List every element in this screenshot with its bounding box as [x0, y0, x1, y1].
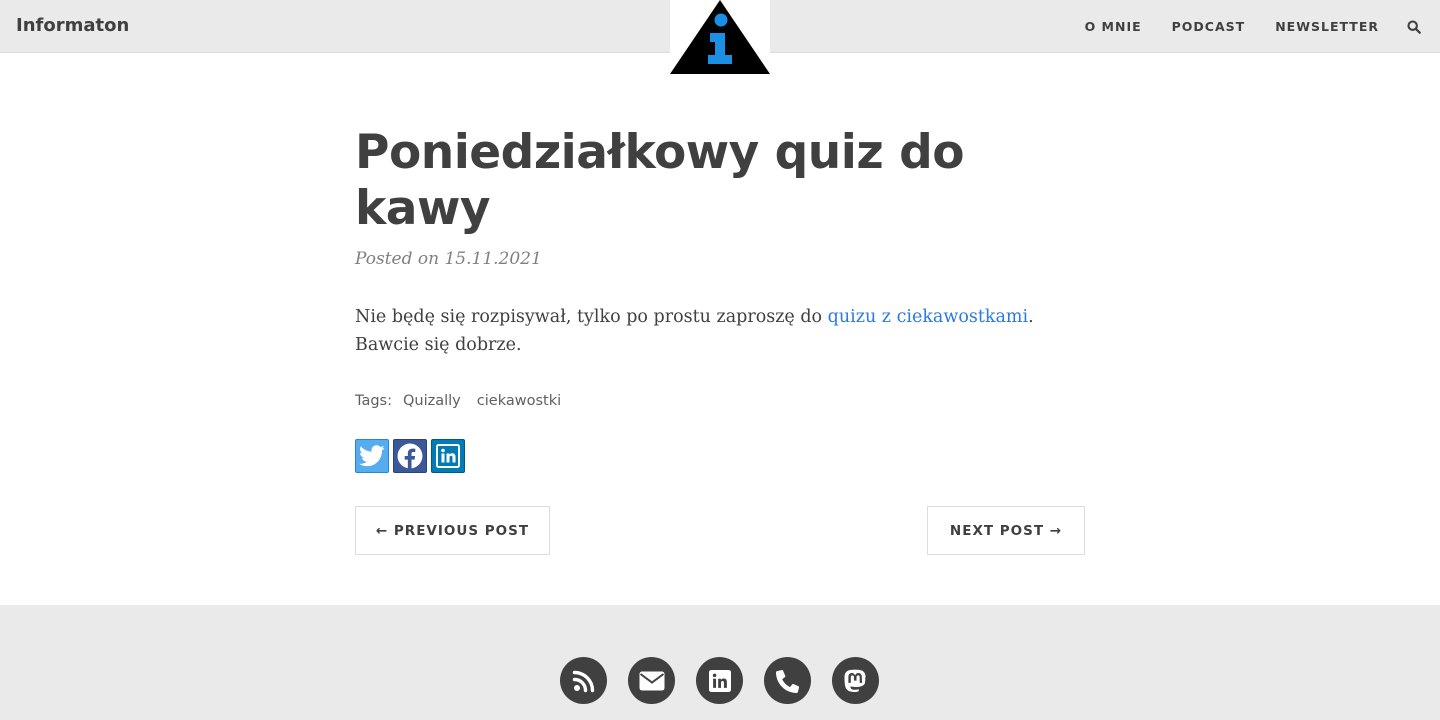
phone-icon	[775, 669, 799, 693]
share-facebook-button[interactable]	[393, 439, 427, 473]
footer	[0, 605, 1440, 720]
post-tags: Tags: Quizally ciekawostki	[355, 393, 1085, 409]
footer-rss-link[interactable]	[560, 657, 607, 704]
search-icon[interactable]	[1407, 19, 1423, 35]
brand-link[interactable]: Informaton	[16, 15, 129, 36]
tag-ciekawostki[interactable]: ciekawostki	[477, 393, 561, 409]
twitter-icon	[359, 445, 385, 467]
footer-email-link[interactable]	[628, 657, 675, 704]
next-post-button[interactable]: NEXT POST →	[927, 506, 1085, 555]
rss-icon	[572, 670, 594, 692]
site-logo[interactable]	[670, 0, 770, 74]
tag-quizally[interactable]: Quizally	[403, 393, 461, 409]
footer-social-links	[560, 657, 879, 704]
nav-link-podcast[interactable]: PODCAST	[1172, 19, 1246, 34]
share-buttons	[355, 439, 1085, 473]
share-twitter-button[interactable]	[355, 439, 389, 473]
post-date: Posted on 15.11.2021	[355, 249, 542, 269]
post: Poniedziałkowy quiz do kawy Posted on 15…	[355, 125, 1085, 473]
post-body: Nie będę się rozpisywał, tylko po prostu…	[355, 303, 1085, 359]
email-icon	[639, 671, 664, 690]
post-title: Poniedziałkowy quiz do kawy	[355, 125, 965, 236]
quiz-link[interactable]: quizu z ciekawostkami	[828, 307, 1028, 327]
footer-phone-link[interactable]	[764, 657, 811, 704]
mastodon-icon	[844, 669, 866, 692]
previous-post-button[interactable]: ← PREVIOUS POST	[355, 506, 550, 555]
linkedin-icon	[708, 669, 731, 692]
post-pager: ← PREVIOUS POST NEXT POST →	[355, 506, 1085, 555]
post-body-text: Nie będę się rozpisywał, tylko po prostu…	[355, 307, 828, 327]
facebook-icon	[397, 443, 423, 469]
tags-label: Tags:	[355, 393, 392, 409]
info-triangle-logo-icon	[670, 0, 770, 74]
footer-linkedin-link[interactable]	[696, 657, 743, 704]
footer-mastodon-link[interactable]	[832, 657, 879, 704]
nav-link-newsletter[interactable]: NEWSLETTER	[1275, 19, 1379, 34]
share-linkedin-button[interactable]	[431, 439, 465, 473]
nav-link-o-mnie[interactable]: O MNIE	[1085, 19, 1142, 34]
linkedin-icon	[436, 444, 460, 468]
nav-menu: O MNIE PODCAST NEWSLETTER	[1055, 0, 1440, 53]
